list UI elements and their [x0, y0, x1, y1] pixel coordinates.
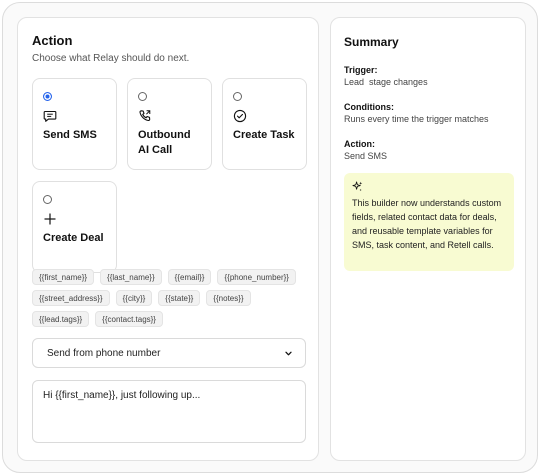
option-label: Create Task	[233, 129, 295, 141]
variable-chip[interactable]: {{email}}	[167, 269, 212, 285]
summary-panel: Summary Trigger: Lead stage changes Cond…	[330, 17, 526, 461]
chip-row: {{street_address}} {{city}} {{state}} {{…	[32, 290, 312, 306]
phone-number-select[interactable]: Send from phone number	[32, 338, 306, 368]
variable-chip[interactable]: {{first_name}}	[32, 269, 95, 285]
sparkle-icon	[352, 181, 363, 192]
radio-outbound-ai-call[interactable]	[138, 92, 147, 101]
action-label: Action:	[344, 139, 375, 149]
action-panel: Action Choose what Relay should do next.…	[17, 17, 319, 461]
check-circle-icon	[233, 109, 247, 123]
option-create-deal[interactable]: Create Deal	[32, 181, 117, 273]
conditions-label: Conditions:	[344, 102, 394, 112]
phone-call-icon	[139, 110, 151, 122]
variable-chip[interactable]: {{contact.tags}}	[95, 311, 163, 327]
chevron-down-icon	[285, 351, 292, 356]
variable-chip[interactable]: {{street_address}}	[32, 290, 110, 306]
action-subtitle: Choose what Relay should do next.	[32, 53, 190, 64]
message-icon	[43, 110, 57, 122]
conditions-value: Runs every time the trigger matches	[344, 114, 489, 124]
note-text: This builder now understands custom fiel…	[352, 198, 502, 250]
variable-chip[interactable]: {{notes}}	[206, 290, 251, 306]
variable-chip[interactable]: {{city}}	[115, 290, 153, 306]
trigger-value: Lead stage changes	[344, 77, 428, 87]
phone-select-value: Send from phone number	[47, 348, 161, 359]
option-create-task[interactable]: Create Task	[222, 78, 307, 170]
radio-send-sms[interactable]	[43, 92, 52, 101]
app-frame: Action Choose what Relay should do next.…	[2, 2, 538, 473]
chip-row: {{lead.tags}} {{contact.tags}}	[32, 311, 312, 327]
action-title: Action	[32, 33, 73, 48]
option-label: Create Deal	[43, 232, 104, 244]
info-note: This builder now understands custom fiel…	[344, 173, 514, 271]
template-variables: {{first_name}} {{last_name}} {{email}} {…	[32, 269, 312, 332]
option-send-sms[interactable]: Send SMS	[32, 78, 117, 170]
action-value: Send SMS	[344, 151, 388, 161]
trigger-label: Trigger:	[344, 65, 378, 75]
sms-message-input[interactable]: Hi {{first_name}}, just following up...	[32, 380, 306, 443]
option-label: Send SMS	[43, 129, 97, 141]
chip-row: {{first_name}} {{last_name}} {{email}} {…	[32, 269, 312, 285]
plus-icon	[44, 213, 56, 225]
variable-chip[interactable]: {{last_name}}	[100, 269, 162, 285]
variable-chip[interactable]: {{state}}	[158, 290, 201, 306]
option-label: Outbound AI Call	[138, 129, 191, 156]
variable-chip[interactable]: {{phone_number}}	[217, 269, 296, 285]
radio-create-deal[interactable]	[43, 195, 52, 204]
radio-create-task[interactable]	[233, 92, 242, 101]
option-outbound-ai-call[interactable]: Outbound AI Call	[127, 78, 212, 170]
summary-title: Summary	[344, 35, 399, 49]
variable-chip[interactable]: {{lead.tags}}	[32, 311, 90, 327]
